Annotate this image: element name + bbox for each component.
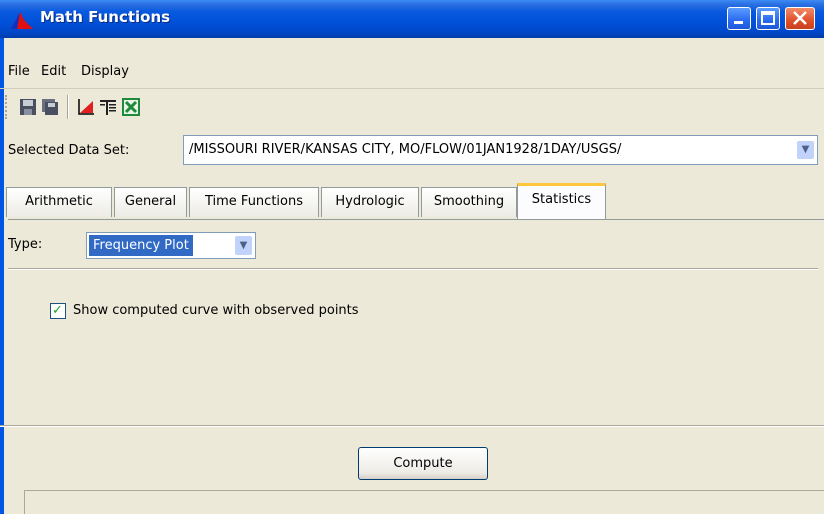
window-title: Math Functions (40, 8, 171, 26)
chevron-down-icon[interactable]: ▼ (235, 236, 252, 255)
tab-label: Arithmetic (25, 194, 93, 209)
maximize-icon (761, 11, 775, 25)
selected-data-set-value: /MISSOURI RIVER/KANSAS CITY, MO/FLOW/01J… (189, 142, 622, 157)
type-value: Frequency Plot (89, 235, 193, 256)
compute-button-label: Compute (393, 456, 453, 471)
tab-label: General (124, 194, 177, 209)
selected-data-set-combo[interactable]: /MISSOURI RIVER/KANSAS CITY, MO/FLOW/01J… (183, 135, 818, 165)
type-label: Type: (8, 237, 43, 252)
menu-display[interactable]: Display (81, 64, 129, 79)
excel-icon[interactable] (121, 97, 141, 117)
toolbar (0, 89, 824, 125)
table-icon[interactable] (99, 98, 117, 116)
tab-label: Statistics (531, 192, 592, 207)
math-functions-window: Math Functions File Edit Display Selecte… (0, 0, 824, 514)
maximize-button[interactable] (756, 7, 780, 30)
menu-edit-label: Edit (41, 64, 67, 79)
tab-label: Time Functions (204, 194, 303, 209)
menu-bar: File Edit Display (0, 38, 824, 89)
close-button[interactable] (785, 7, 815, 30)
menu-file[interactable]: File (8, 64, 30, 79)
title-bar[interactable]: Math Functions (0, 0, 824, 38)
minimize-icon (734, 21, 743, 24)
show-computed-curve-checkbox[interactable]: ✓ (50, 303, 66, 319)
tab-time-functions[interactable]: Time Functions (189, 187, 319, 217)
tab-statistics[interactable]: Statistics (517, 183, 606, 219)
minimize-button[interactable] (727, 7, 751, 30)
divider (8, 268, 818, 270)
toolbar-grip[interactable] (5, 95, 9, 119)
tab-general[interactable]: General (114, 187, 187, 217)
compute-button[interactable]: Compute (358, 447, 488, 480)
save-icon[interactable] (19, 98, 37, 116)
menu-file-label: File (8, 64, 30, 79)
plot-icon[interactable] (77, 98, 95, 116)
chevron-down-icon[interactable]: ▼ (797, 141, 814, 159)
save-as-icon[interactable] (41, 98, 59, 116)
function-tabs: Arithmetic General Time Functions Hydrol… (0, 183, 824, 219)
status-panel (24, 490, 824, 514)
type-combo[interactable]: Frequency Plot ▼ (86, 232, 256, 259)
toolbar-separator (67, 95, 69, 119)
tab-label: Hydrologic (335, 194, 405, 209)
menu-edit[interactable]: Edit (41, 64, 66, 79)
show-computed-curve-label[interactable]: Show computed curve with observed points (73, 303, 359, 318)
close-icon (793, 11, 807, 25)
selected-data-set-label: Selected Data Set: (8, 143, 130, 158)
divider (0, 425, 824, 427)
tab-smoothing[interactable]: Smoothing (421, 187, 517, 217)
tab-label: Smoothing (433, 194, 505, 209)
menu-display-label: Display (81, 64, 129, 79)
check-icon: ✓ (52, 303, 63, 318)
app-icon (11, 12, 33, 29)
tab-arithmetic[interactable]: Arithmetic (6, 187, 112, 217)
tab-hydrologic[interactable]: Hydrologic (321, 187, 419, 217)
